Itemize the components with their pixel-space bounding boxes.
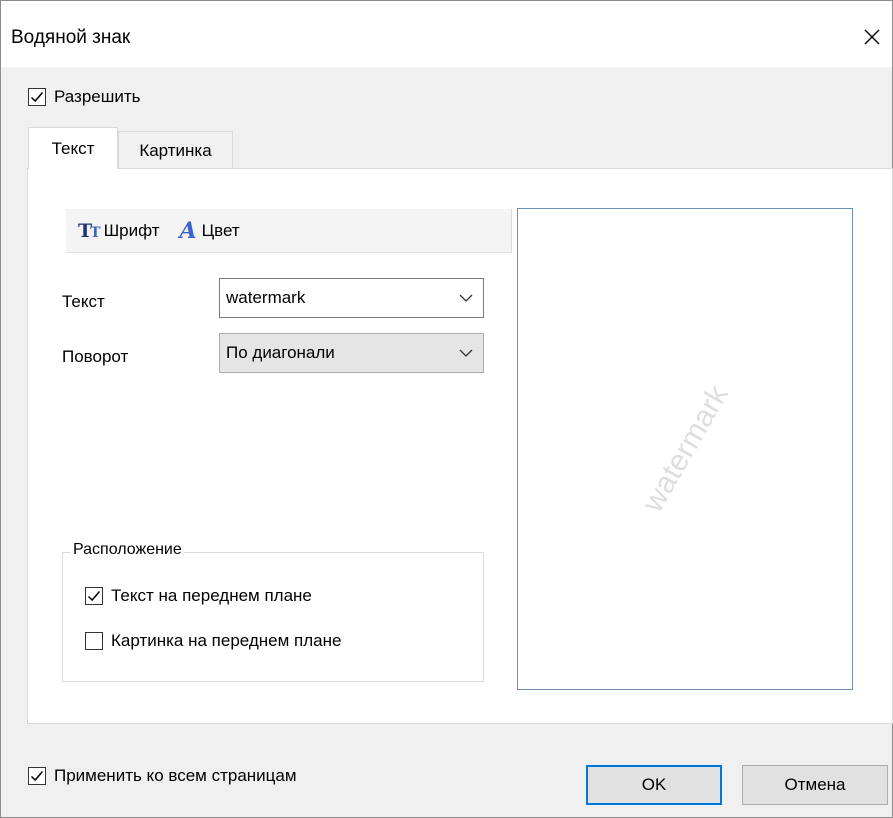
close-button[interactable] (852, 15, 892, 59)
checkmark-icon (30, 92, 44, 103)
tab-text-label: Текст (51, 138, 95, 158)
apply-all-label: Применить ко всем страницам (54, 766, 297, 785)
chevron-down-icon[interactable] (457, 344, 475, 362)
dialog-title: Водяной знак (11, 27, 131, 48)
enable-label: Разрешить (54, 87, 141, 106)
font-color-icon: A (179, 217, 197, 244)
close-icon (864, 29, 880, 45)
enable-checkbox-box[interactable] (28, 88, 46, 106)
chevron-down-icon[interactable] (457, 289, 475, 307)
apply-all-box[interactable] (28, 767, 46, 785)
apply-all-checkbox[interactable]: Применить ко всем страницам (28, 766, 297, 786)
color-button-label: Цвет (201, 220, 240, 240)
color-button[interactable]: A Цвет (168, 209, 248, 253)
watermark-preview: watermark (517, 208, 853, 690)
tab-image[interactable]: Картинка (118, 131, 233, 169)
text-foreground-checkbox[interactable]: Текст на переднем плане (85, 586, 312, 606)
rotation-field-label: Поворот (62, 347, 129, 366)
image-foreground-box[interactable] (85, 632, 103, 650)
image-foreground-label: Картинка на переднем плане (111, 631, 342, 650)
rotation-select[interactable]: По диагонали (219, 333, 484, 373)
watermark-dialog: Водяной знак Разрешить Текст Картинка TT… (0, 0, 893, 818)
cancel-button-label: Отмена (784, 775, 846, 794)
format-toolbar: TT Шрифт A Цвет (66, 209, 512, 253)
tab-text[interactable]: Текст (28, 127, 118, 169)
ok-button-label: OK (641, 775, 667, 794)
preview-watermark-text: watermark (636, 379, 735, 518)
text-foreground-label: Текст на переднем плане (111, 586, 312, 605)
checkmark-icon (30, 771, 44, 782)
font-button-label: Шрифт (103, 220, 160, 240)
ok-button[interactable]: OK (586, 765, 722, 805)
checkmark-icon (87, 591, 101, 602)
rotation-select-value: По диагонали (226, 343, 335, 362)
tab-image-label: Картинка (139, 140, 212, 160)
text-combobox[interactable]: watermark (219, 278, 484, 318)
tab-panel-text: TT Шрифт A Цвет Текст watermark Поворот … (27, 168, 893, 724)
image-foreground-checkbox[interactable]: Картинка на переднем плане (85, 631, 341, 651)
text-field-label: Текст (62, 292, 105, 311)
enable-checkbox[interactable]: Разрешить (28, 87, 141, 107)
text-combobox-value: watermark (226, 288, 306, 307)
cancel-button[interactable]: Отмена (742, 765, 888, 805)
text-foreground-box[interactable] (85, 587, 103, 605)
placement-groupbox: Расположение Текст на переднем плане Кар… (62, 541, 484, 682)
font-button[interactable]: TT Шрифт (66, 209, 168, 253)
font-type-icon: TT (78, 219, 101, 242)
title-bar[interactable]: Водяной знак (1, 1, 892, 67)
placement-group-title: Расположение (71, 541, 184, 559)
